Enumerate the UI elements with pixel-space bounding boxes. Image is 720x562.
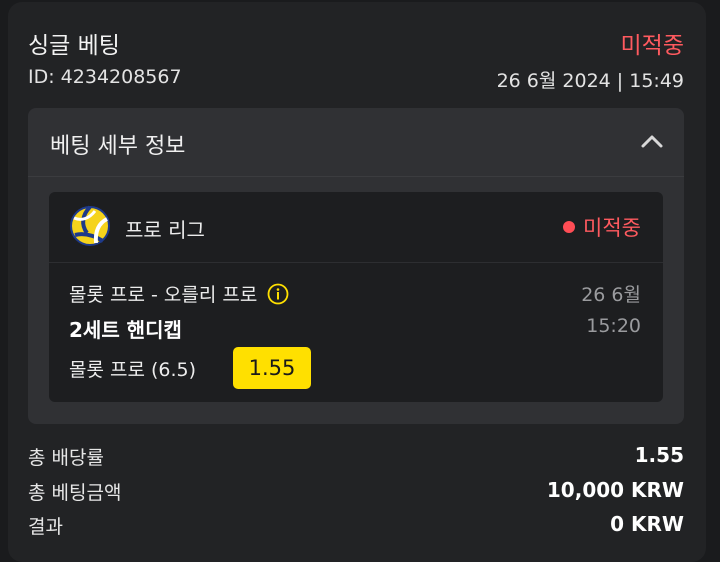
bet-details-header[interactable]: 베팅 세부 정보 bbox=[28, 108, 684, 177]
match-row: 몰롯 프로 - 오를리 프로 bbox=[69, 280, 289, 307]
volleyball-icon bbox=[70, 205, 110, 246]
match-name: 몰롯 프로 - 오를리 프로 bbox=[69, 284, 258, 306]
selection-name: 몰롯 프로 (6.5) bbox=[69, 359, 197, 381]
bet-details-panel: 베팅 세부 정보 프로 리그 미적중 몰롯 프로 - 오를리 프로 26 6월 … bbox=[28, 108, 684, 424]
status-dot-icon bbox=[563, 221, 576, 233]
result-label: 결과 bbox=[28, 516, 63, 538]
bet-details-title: 베팅 세부 정보 bbox=[50, 134, 186, 159]
event-status: 미적중 bbox=[563, 212, 641, 242]
event-header: 프로 리그 미적중 bbox=[49, 192, 663, 263]
bet-datetime: 26 6월 2024 | 15:49 bbox=[496, 70, 684, 92]
event-date: 26 6월 bbox=[581, 284, 641, 306]
info-icon[interactable] bbox=[267, 283, 289, 305]
odds-badge[interactable]: 1.55 bbox=[233, 347, 311, 389]
chevron-up-icon[interactable] bbox=[640, 132, 664, 150]
stake-value: 10,000 KRW bbox=[546, 478, 684, 502]
event-time: 15:20 bbox=[586, 315, 641, 337]
stake-label: 총 베팅금액 bbox=[28, 482, 122, 504]
event-card: 프로 리그 미적중 몰롯 프로 - 오를리 프로 26 6월 2세트 핸디캡 1… bbox=[49, 192, 663, 402]
total-odds-label: 총 배당률 bbox=[28, 447, 104, 469]
event-status-label: 미적중 bbox=[583, 216, 641, 240]
total-odds-value: 1.55 bbox=[634, 443, 684, 467]
bet-type-title: 싱글 베팅 bbox=[28, 33, 120, 59]
league-name: 프로 리그 bbox=[125, 218, 205, 242]
bet-id: ID: 4234208567 bbox=[28, 66, 182, 88]
result-value: 0 KRW bbox=[610, 512, 684, 536]
bet-status-badge: 미적중 bbox=[620, 33, 684, 59]
market-name: 2세트 핸디캡 bbox=[69, 318, 182, 342]
